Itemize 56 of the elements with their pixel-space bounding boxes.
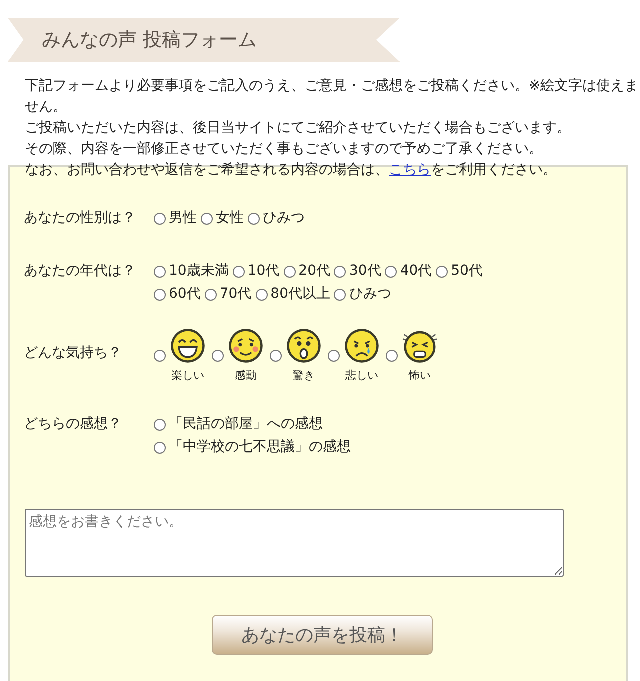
form-title: みんなの声 投稿フォーム: [42, 28, 258, 53]
radio-button[interactable]: [248, 212, 260, 224]
comment-field[interactable]: 感想をお書きください。: [25, 509, 564, 577]
option-label[interactable]: 10歳未満: [169, 260, 229, 283]
option-label[interactable]: ひみつ: [349, 283, 392, 306]
option-label[interactable]: 怖い: [409, 368, 431, 383]
option-label[interactable]: 感動: [235, 368, 257, 383]
radio-button[interactable]: [212, 350, 224, 362]
radio-button[interactable]: [386, 350, 398, 362]
option-label[interactable]: 「中学校の七不思議」の感想: [169, 436, 351, 459]
question-label: あなたの年代は？: [24, 262, 137, 281]
radio-button[interactable]: [270, 350, 282, 362]
intro-sentence: その際、内容を一部修正させていただく事もございますので予めご了承ください。: [25, 140, 544, 159]
radio-button[interactable]: [154, 212, 166, 224]
question-label: あなたの性別は？: [24, 209, 137, 228]
option-label[interactable]: 「民話の部屋」への感想: [169, 413, 323, 436]
option-label[interactable]: 楽しい: [172, 368, 204, 383]
option-label[interactable]: 悲しい: [346, 368, 378, 383]
submit-button[interactable]: あなたの声を投稿！: [212, 615, 433, 655]
option-label[interactable]: 10代: [248, 260, 280, 283]
option-label[interactable]: 60代: [169, 283, 201, 306]
intro-sentence: 下記フォームより必要事項をご記入のうえ、ご意見・ご感想をご投稿ください。※絵文字は使えません。: [25, 77, 640, 117]
radio-button[interactable]: [256, 288, 268, 300]
intro-sentence: なお、お問い合わせや返信をご希望される内容の場合は、こちら をご利用ください。: [25, 161, 558, 180]
option-label[interactable]: 女性: [216, 207, 244, 230]
laughing-face-icon: [170, 328, 206, 364]
option-label[interactable]: 50代: [451, 260, 483, 283]
radio-button[interactable]: [334, 266, 346, 278]
radio-button[interactable]: [154, 266, 166, 278]
option-label[interactable]: 20代: [298, 260, 330, 283]
radio-button[interactable]: [201, 212, 213, 224]
surprised-face-icon: [286, 328, 322, 364]
option-label[interactable]: 80代以上: [270, 283, 330, 306]
option-label[interactable]: 70代: [220, 283, 252, 306]
option-label[interactable]: 40代: [400, 260, 432, 283]
question-label: どんな気持ち？: [24, 344, 123, 363]
radio-button[interactable]: [204, 288, 217, 300]
radio-button[interactable]: [385, 266, 398, 278]
radio-button[interactable]: [154, 418, 166, 430]
question-label: どちらの感想？: [24, 415, 123, 434]
radio-button[interactable]: [154, 442, 166, 454]
radio-button[interactable]: [154, 350, 166, 362]
radio-button[interactable]: [284, 266, 296, 278]
option-label[interactable]: 男性: [169, 207, 197, 230]
blushing-face-icon: [228, 328, 264, 364]
option-label[interactable]: ひみつ: [263, 207, 305, 230]
option-label[interactable]: 30代: [349, 260, 382, 283]
crying-face-icon: [344, 328, 380, 364]
radio-button[interactable]: [232, 266, 245, 278]
contact-link[interactable]: こちら: [389, 162, 431, 178]
radio-button[interactable]: [328, 350, 340, 362]
radio-button[interactable]: [436, 266, 448, 278]
option-label[interactable]: 驚き: [293, 368, 315, 383]
intro-sentence: ご投稿いただいた内容は、後日当サイトにてご紹介させていただく場合もございます。: [25, 119, 572, 138]
radio-button[interactable]: [334, 288, 346, 300]
radio-button[interactable]: [154, 288, 166, 300]
